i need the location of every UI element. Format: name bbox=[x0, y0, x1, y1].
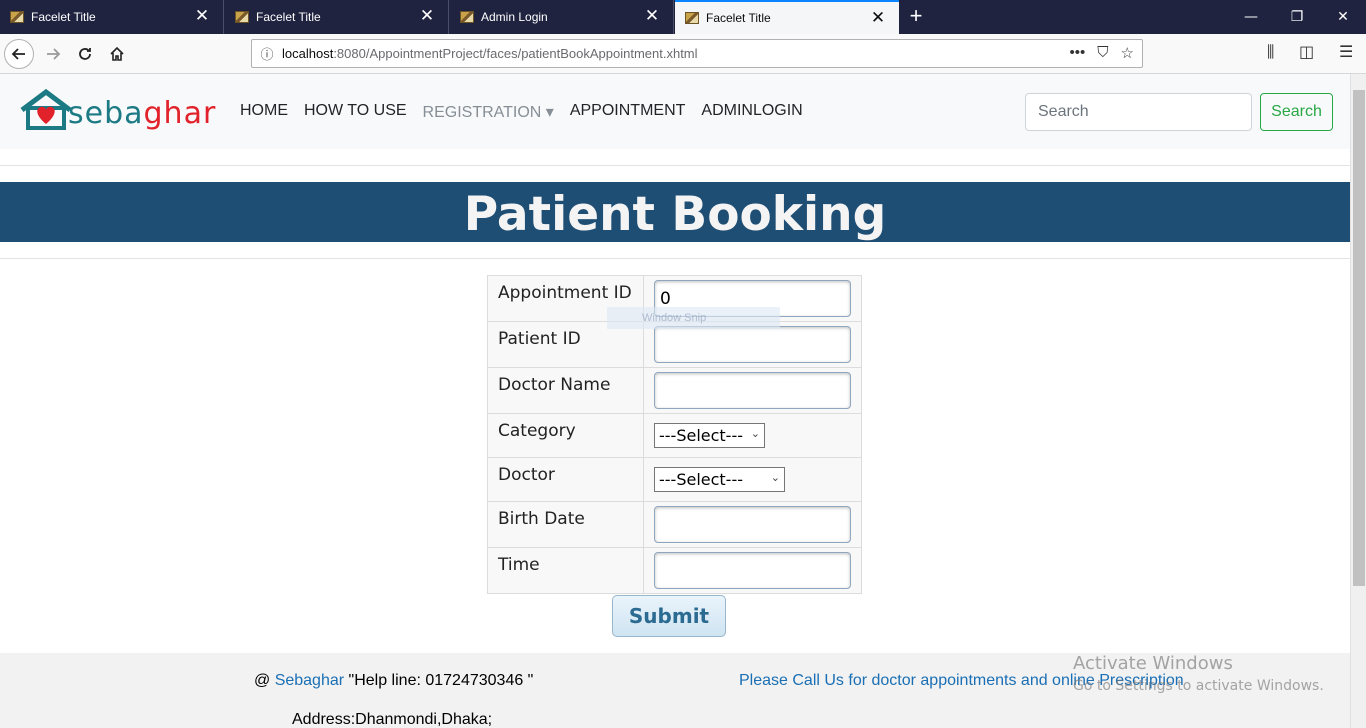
form-row: Birth Date bbox=[487, 501, 862, 548]
activate-windows-subtitle: Go to Settings to activate Windows. bbox=[1073, 678, 1324, 694]
field-label: Category bbox=[487, 413, 644, 458]
time-input[interactable] bbox=[654, 552, 851, 589]
field-label: Birth Date bbox=[487, 501, 644, 548]
doctor-name-input[interactable] bbox=[654, 372, 851, 409]
url-path: :8080/AppointmentProject/faces/patientBo… bbox=[333, 46, 698, 61]
browser-tab[interactable]: Facelet Title ✕ bbox=[225, 0, 449, 34]
address-bar[interactable]: ⓘ localhost:8080/AppointmentProject/face… bbox=[251, 39, 1143, 68]
tab-close-icon[interactable]: ✕ bbox=[193, 7, 211, 25]
menu-item-adminlogin[interactable]: ADMINLOGIN bbox=[701, 102, 802, 122]
category-select[interactable]: ---Select--- ⌄ bbox=[654, 423, 765, 448]
site-search-button[interactable]: Search bbox=[1260, 93, 1333, 131]
forward-button[interactable] bbox=[37, 38, 69, 70]
site-info-icon[interactable]: ⓘ bbox=[252, 44, 282, 63]
browser-tab[interactable]: Facelet Title ✕ bbox=[0, 0, 224, 34]
menu-icon[interactable]: ☰ bbox=[1339, 42, 1353, 61]
sidebar-icon[interactable]: ◫ bbox=[1299, 42, 1314, 61]
page-favicon-icon bbox=[685, 12, 699, 24]
tab-title: Facelet Title bbox=[256, 10, 321, 24]
bookmark-star-icon[interactable]: ☆ bbox=[1121, 44, 1134, 62]
tab-close-icon[interactable]: ✕ bbox=[418, 7, 436, 25]
reload-icon bbox=[79, 48, 91, 60]
form-row: Doctor ---Select--- ⌄ bbox=[487, 457, 862, 502]
reload-button[interactable] bbox=[69, 38, 101, 70]
sebaghar-logo[interactable]: sebaghar bbox=[18, 88, 218, 136]
maximize-button[interactable]: ❐ bbox=[1274, 0, 1320, 34]
house-heart-logo-icon bbox=[20, 88, 72, 130]
page-content: sebaghar HOME HOW TO USE REGISTRATION ▾ … bbox=[0, 74, 1350, 728]
field-label: Time bbox=[487, 547, 644, 594]
menu-item-home[interactable]: HOME bbox=[240, 102, 288, 122]
doctor-select[interactable]: ---Select--- ⌄ bbox=[654, 467, 785, 492]
library-icon[interactable]: ⫼ bbox=[1267, 42, 1274, 62]
tab-title: Admin Login bbox=[481, 10, 548, 24]
browser-tab-active[interactable]: Facelet Title ✕ bbox=[675, 0, 899, 34]
submit-button[interactable]: Submit bbox=[612, 595, 726, 637]
url-host: localhost bbox=[282, 46, 334, 61]
home-icon bbox=[110, 46, 124, 61]
back-button[interactable] bbox=[4, 39, 34, 69]
form-row: Time bbox=[487, 547, 862, 594]
divider bbox=[0, 258, 1350, 259]
page-scrollbar[interactable] bbox=[1350, 74, 1366, 728]
page-actions-icon[interactable]: ••• bbox=[1070, 44, 1086, 62]
browser-tab[interactable]: Admin Login ✕ bbox=[450, 0, 674, 34]
patient-id-input[interactable] bbox=[654, 326, 851, 363]
arrow-left-icon bbox=[11, 48, 25, 60]
tab-title: Facelet Title bbox=[31, 10, 96, 24]
chevron-down-icon: ⌄ bbox=[750, 427, 760, 440]
tab-close-icon[interactable]: ✕ bbox=[869, 9, 887, 27]
home-button[interactable] bbox=[101, 38, 133, 70]
site-search-input[interactable]: Search bbox=[1025, 93, 1252, 131]
main-menu: HOME HOW TO USE REGISTRATION ▾ APPOINTME… bbox=[240, 102, 819, 122]
page-favicon-icon bbox=[235, 11, 249, 23]
footer-contact: @ Sebaghar "Help line: 01724730346 " bbox=[254, 672, 534, 689]
tab-close-icon[interactable]: ✕ bbox=[643, 7, 661, 25]
form-row: Category ---Select--- ⌄ bbox=[487, 413, 862, 458]
arrow-right-icon bbox=[47, 48, 61, 60]
site-navbar: sebaghar HOME HOW TO USE REGISTRATION ▾ … bbox=[0, 74, 1350, 149]
page-favicon-icon bbox=[10, 11, 24, 23]
footer-address: Address:Dhanmondi,Dhaka; bbox=[292, 711, 493, 728]
page-favicon-icon bbox=[460, 11, 474, 23]
chevron-down-icon: ⌄ bbox=[770, 471, 780, 484]
field-label: Doctor bbox=[487, 457, 644, 502]
window-snip-overlay: Window Snip bbox=[607, 307, 780, 329]
activate-windows-title: Activate Windows bbox=[1073, 653, 1233, 674]
form-row: Doctor Name bbox=[487, 367, 862, 414]
menu-item-registration[interactable]: REGISTRATION ▾ bbox=[423, 102, 554, 122]
scrollbar-thumb[interactable] bbox=[1353, 90, 1365, 586]
new-tab-button[interactable]: + bbox=[905, 4, 927, 28]
menu-item-how-to-use[interactable]: HOW TO USE bbox=[304, 102, 407, 122]
logo-text: sebaghar bbox=[68, 96, 217, 131]
minimize-button[interactable]: — bbox=[1228, 0, 1274, 34]
browser-tab-bar: Facelet Title ✕ Facelet Title ✕ Admin Lo… bbox=[0, 0, 1366, 34]
browser-toolbar: ⓘ localhost:8080/AppointmentProject/face… bbox=[0, 34, 1366, 74]
page-title: Patient Booking bbox=[463, 187, 887, 242]
birth-date-input[interactable] bbox=[654, 506, 851, 543]
field-label: Doctor Name bbox=[487, 367, 644, 414]
select-value: ---Select--- bbox=[659, 470, 743, 489]
select-value: ---Select--- bbox=[659, 426, 743, 445]
sebaghar-link[interactable]: Sebaghar bbox=[275, 672, 344, 689]
window-close-button[interactable]: ✕ bbox=[1320, 0, 1366, 34]
divider bbox=[0, 165, 1350, 166]
menu-item-appointment[interactable]: APPOINTMENT bbox=[570, 102, 686, 122]
pocket-icon[interactable]: ⛉ bbox=[1097, 44, 1108, 62]
tab-title: Facelet Title bbox=[706, 11, 771, 25]
